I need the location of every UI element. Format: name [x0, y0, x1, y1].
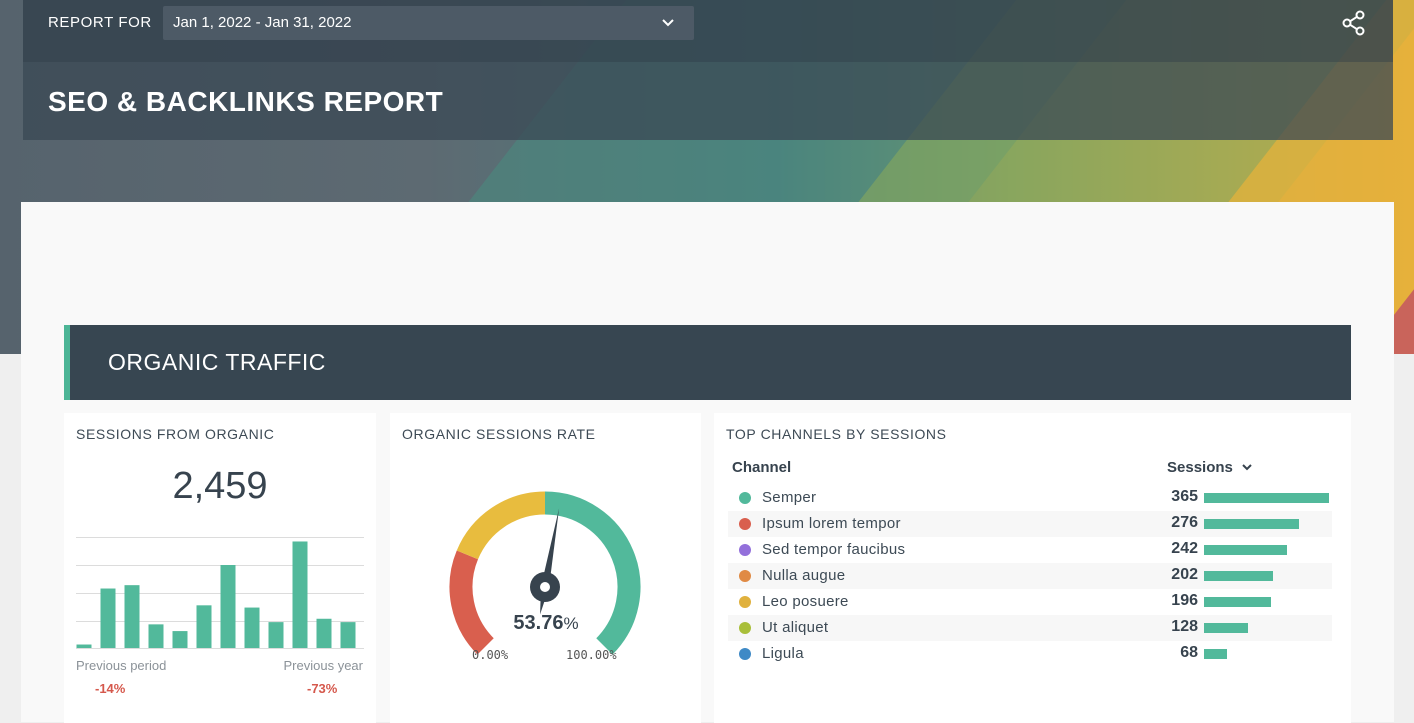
sessions-count: 242 — [1171, 540, 1198, 557]
top-bar: REPORT FOR Jan 1, 2022 - Jan 31, 2022 — [23, 0, 1393, 62]
channel-name: Semper — [762, 489, 817, 506]
gauge-min-label: 0.00% — [472, 648, 509, 662]
rate-value: 53.76% — [513, 612, 579, 634]
section-header-organic-traffic: ORGANIC TRAFFIC — [64, 325, 1351, 400]
sessions-bar — [148, 624, 164, 649]
top-channels-card: TOP CHANNELS BY SESSIONS Channel Session… — [714, 413, 1351, 723]
table-row[interactable]: Ipsum lorem tempor 276 — [728, 511, 1332, 537]
channel-color-dot — [739, 622, 751, 634]
card-title: ORGANIC SESSIONS RATE — [402, 426, 596, 442]
sort-desc-icon — [1242, 464, 1252, 471]
channel-color-dot — [739, 570, 751, 582]
sessions-bar-chart — [76, 537, 364, 649]
channel-name: Sed tempor faucibus — [762, 541, 906, 558]
page-title: SEO & BACKLINKS REPORT — [48, 86, 444, 117]
previous-period-change: -14% — [95, 681, 126, 696]
channel-name: Ut aliquet — [762, 619, 829, 636]
sessions-bar — [268, 622, 284, 649]
sessions-count: 202 — [1171, 566, 1198, 583]
sessions-from-organic-card: SESSIONS FROM ORGANIC 2,459 Previous per… — [64, 413, 376, 723]
sessions-count: 68 — [1180, 644, 1198, 661]
report-title-bar: SEO & BACKLINKS REPORT — [23, 62, 1393, 140]
gauge-segment-mid — [456, 491, 546, 560]
table-row[interactable]: Nulla augue 202 — [728, 563, 1332, 589]
sessions-bar — [100, 588, 116, 649]
report-for-label: REPORT FOR — [48, 14, 152, 31]
channel-column-header: Channel — [732, 459, 792, 476]
channel-color-dot — [739, 596, 751, 608]
sessions-bar — [1204, 519, 1299, 529]
sessions-count: 196 — [1171, 592, 1198, 609]
sessions-count: 128 — [1171, 618, 1198, 635]
channel-color-dot — [739, 544, 751, 556]
previous-period-label: Previous period — [76, 658, 167, 673]
sessions-bar — [244, 607, 260, 649]
sessions-bar — [1204, 597, 1272, 607]
sessions-bar — [1204, 493, 1329, 503]
channel-color-dot — [739, 648, 751, 660]
card-title: SESSIONS FROM ORGANIC — [76, 426, 275, 442]
sessions-bar — [316, 618, 332, 649]
sessions-count: 276 — [1171, 514, 1198, 531]
table-row[interactable]: Semper 365 — [728, 485, 1332, 511]
sessions-bar — [1204, 623, 1248, 633]
sessions-bar — [1204, 649, 1228, 659]
gauge-hub-center — [540, 582, 550, 592]
channel-name: Ipsum lorem tempor — [762, 515, 901, 532]
sessions-bar — [340, 622, 356, 649]
sessions-bar — [196, 605, 212, 649]
date-range-value: Jan 1, 2022 - Jan 31, 2022 — [173, 14, 352, 31]
share-icon[interactable] — [1341, 10, 1367, 36]
table-row[interactable]: Sed tempor faucibus 242 — [728, 537, 1332, 563]
table-row[interactable]: Ligula 68 — [728, 641, 1332, 667]
sessions-bar — [1204, 545, 1287, 555]
chevron-down-icon — [662, 19, 674, 27]
sessions-bar — [1204, 571, 1274, 581]
organic-sessions-rate-card: ORGANIC SESSIONS RATE 53.76% 0.00% 100.0… — [390, 413, 701, 723]
table-row[interactable]: Ut aliquet 128 — [728, 615, 1332, 641]
table-row[interactable]: Leo posuere 196 — [728, 589, 1332, 615]
sessions-column-header[interactable]: Sessions — [1167, 459, 1253, 476]
card-title: TOP CHANNELS BY SESSIONS — [726, 426, 947, 442]
sessions-bar — [172, 631, 188, 649]
rate-gauge — [449, 491, 641, 655]
gauge-max-label: 100.00% — [566, 648, 617, 662]
previous-year-label: Previous year — [283, 658, 363, 673]
sessions-kpi-value: 2,459 — [172, 465, 268, 507]
channel-color-dot — [739, 518, 751, 530]
previous-year-change: -73% — [307, 681, 338, 696]
channel-color-dot — [739, 492, 751, 504]
sessions-bar — [220, 565, 236, 649]
date-range-select[interactable]: Jan 1, 2022 - Jan 31, 2022 — [163, 6, 694, 40]
sessions-bar — [124, 585, 140, 649]
channel-name: Ligula — [762, 645, 804, 662]
channel-name: Nulla augue — [762, 567, 846, 584]
sessions-count: 365 — [1171, 488, 1198, 505]
sessions-bar — [292, 541, 308, 649]
section-title: ORGANIC TRAFFIC — [108, 349, 326, 375]
channel-name: Leo posuere — [762, 593, 849, 610]
